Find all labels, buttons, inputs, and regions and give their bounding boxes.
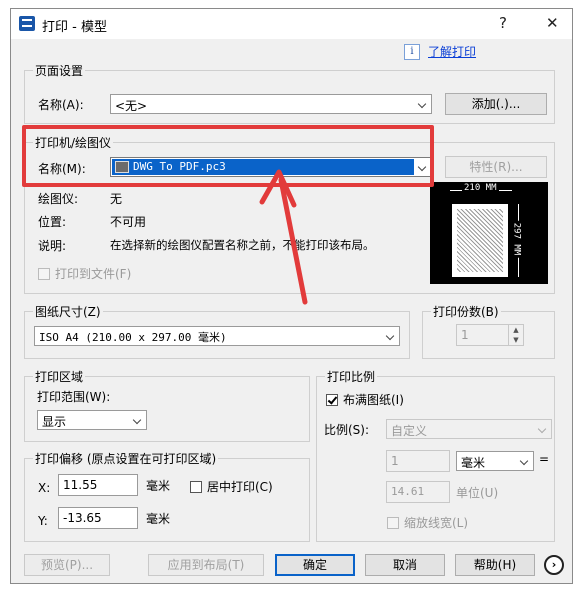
annotation-arrow-icon (259, 169, 308, 305)
